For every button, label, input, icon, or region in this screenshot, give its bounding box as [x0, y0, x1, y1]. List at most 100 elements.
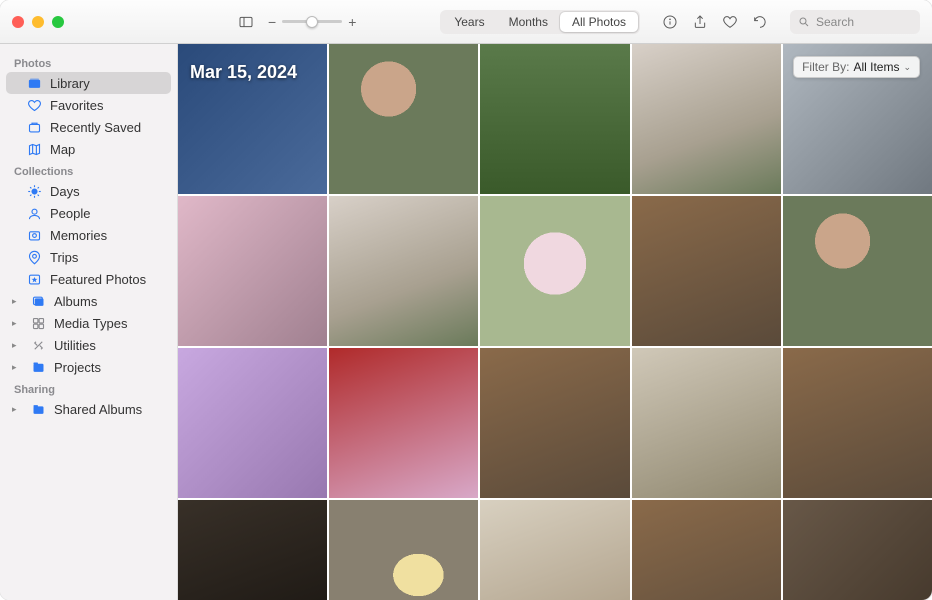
trips-icon [26, 249, 42, 265]
sidebar-item-recently-saved[interactable]: Recently Saved [6, 116, 171, 138]
date-label: Mar 15, 2024 [190, 62, 297, 83]
photo-thumbnail[interactable] [783, 196, 932, 346]
heart-icon [722, 14, 738, 30]
sidebar-item-label: Recently Saved [50, 120, 161, 135]
sidebar-item-label: People [50, 206, 161, 221]
memories-icon [26, 227, 42, 243]
photo-thumbnail[interactable] [632, 500, 781, 600]
projects-icon [30, 359, 46, 375]
titlebar: − + Years Months All Photos Search [0, 0, 932, 44]
photo-thumbnail[interactable] [480, 500, 629, 600]
days-icon [26, 183, 42, 199]
zoom-out-icon: − [268, 14, 276, 30]
zoom-in-icon: + [348, 14, 356, 30]
sidebar-item-utilities[interactable]: ▸ Utilities [6, 334, 171, 356]
sidebar-section-header: Photos [0, 52, 177, 72]
search-field[interactable]: Search [790, 10, 920, 34]
people-icon [26, 205, 42, 221]
sidebar-item-label: Projects [54, 360, 161, 375]
photo-thumbnail[interactable] [480, 196, 629, 346]
sidebar-icon [238, 14, 254, 30]
sidebar-item-label: Favorites [50, 98, 161, 113]
recent-icon [26, 119, 42, 135]
sidebar-item-label: Media Types [54, 316, 161, 331]
content-area: Mar 15, 2024 Filter By: All Items ⌄ [178, 44, 932, 600]
chevron-right-icon: ▸ [12, 404, 22, 415]
zoom-track[interactable] [282, 20, 342, 23]
sidebar-item-label: Shared Albums [54, 402, 161, 417]
app-window: − + Years Months All Photos Search Photo… [0, 0, 932, 600]
toolbar-actions [656, 10, 774, 34]
photo-thumbnail[interactable] [329, 44, 478, 194]
sidebar-item-featured-photos[interactable]: Featured Photos [6, 268, 171, 290]
sidebar-item-trips[interactable]: Trips [6, 246, 171, 268]
view-segmented-control: Years Months All Photos [440, 10, 640, 34]
photo-thumbnail[interactable] [783, 500, 932, 600]
sidebar-item-projects[interactable]: ▸ Projects [6, 356, 171, 378]
photo-thumbnail[interactable] [329, 196, 478, 346]
photo-thumbnail[interactable] [480, 348, 629, 498]
photo-thumbnail[interactable] [632, 44, 781, 194]
photo-thumbnail[interactable] [783, 348, 932, 498]
segment-months[interactable]: Months [497, 12, 560, 32]
sidebar-toggle-button[interactable] [232, 10, 260, 34]
sidebar-item-memories[interactable]: Memories [6, 224, 171, 246]
chevron-right-icon: ▸ [12, 296, 22, 307]
photo-thumbnail[interactable] [632, 196, 781, 346]
sidebar-item-people[interactable]: People [6, 202, 171, 224]
albums-icon [30, 293, 46, 309]
utilities-icon [30, 337, 46, 353]
zoom-knob[interactable] [306, 16, 318, 28]
filter-dropdown[interactable]: Filter By: All Items ⌄ [793, 56, 920, 78]
photo-thumbnail[interactable] [178, 196, 327, 346]
photo-thumbnail[interactable] [329, 500, 478, 600]
sidebar-item-label: Library [50, 76, 161, 91]
rotate-icon [752, 14, 768, 30]
search-icon [798, 16, 810, 28]
library-icon [26, 75, 42, 91]
chevron-right-icon: ▸ [12, 318, 22, 329]
sidebar-item-label: Utilities [54, 338, 161, 353]
share-button[interactable] [686, 10, 714, 34]
minimize-window-button[interactable] [32, 16, 44, 28]
filter-label: Filter By: [802, 60, 849, 74]
sidebar-section-header: Sharing [0, 378, 177, 398]
info-icon [662, 14, 678, 30]
search-placeholder: Search [816, 15, 854, 29]
segment-years[interactable]: Years [442, 12, 496, 32]
map-icon [26, 141, 42, 157]
sidebar-item-label: Map [50, 142, 161, 157]
segment-all-photos[interactable]: All Photos [560, 12, 638, 32]
photo-thumbnail[interactable] [178, 500, 327, 600]
sidebar-item-media-types[interactable]: ▸ Media Types [6, 312, 171, 334]
sidebar-item-days[interactable]: Days [6, 180, 171, 202]
favorite-button[interactable] [716, 10, 744, 34]
photo-thumbnail[interactable] [480, 44, 629, 194]
heart-icon [26, 97, 42, 113]
fullscreen-window-button[interactable] [52, 16, 64, 28]
featured-icon [26, 271, 42, 287]
sidebar-item-library[interactable]: Library [6, 72, 171, 94]
chevron-right-icon: ▸ [12, 340, 22, 351]
chevron-down-icon: ⌄ [903, 62, 911, 73]
traffic-lights [12, 16, 64, 28]
sidebar-item-map[interactable]: Map [6, 138, 171, 160]
photo-thumbnail[interactable] [178, 348, 327, 498]
sidebar: Photos Library Favorites Recently Saved Map C… [0, 44, 178, 600]
sidebar-item-albums[interactable]: ▸Albums [6, 290, 171, 312]
share-icon [692, 14, 708, 30]
chevron-right-icon: ▸ [12, 362, 22, 373]
photo-thumbnail[interactable] [632, 348, 781, 498]
body: Photos Library Favorites Recently Saved Map C… [0, 44, 932, 600]
info-button[interactable] [656, 10, 684, 34]
close-window-button[interactable] [12, 16, 24, 28]
mediatypes-icon [30, 315, 46, 331]
sidebar-section-header: Collections [0, 160, 177, 180]
sidebar-item-favorites[interactable]: Favorites [6, 94, 171, 116]
rotate-button[interactable] [746, 10, 774, 34]
zoom-slider[interactable]: − + [268, 14, 356, 30]
photo-thumbnail[interactable] [329, 348, 478, 498]
sidebar-item-label: Memories [50, 228, 161, 243]
sidebar-item-shared-albums[interactable]: ▸ Shared Albums [6, 398, 171, 420]
filter-value: All Items [853, 60, 899, 74]
